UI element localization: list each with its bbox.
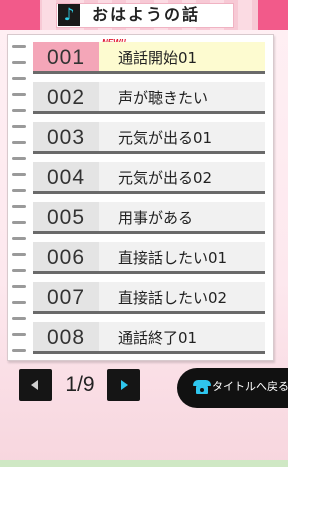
app-screen: ♪ おはようの話 NEW!! 001 通話開始01 002 声が聴きたい 003… (0, 0, 288, 467)
list-item-006[interactable]: 006 直接話したい01 (33, 242, 265, 274)
ring-icon (12, 349, 26, 352)
music-note-icon: ♪ (58, 4, 80, 26)
page-title: おはようの話 (92, 5, 201, 24)
item-number: 001 (33, 42, 99, 74)
ring-icon (12, 301, 26, 304)
list-item-001[interactable]: 001 通話開始01 (33, 42, 265, 74)
ring-icon (12, 189, 26, 192)
footer-strip (0, 460, 288, 467)
ring-icon (12, 157, 26, 160)
item-number: 008 (33, 322, 99, 354)
ring-icon (12, 173, 26, 176)
ring-icon (12, 253, 26, 256)
ring-icon (12, 333, 26, 336)
next-page-button[interactable] (107, 369, 140, 401)
prev-arrow-icon (31, 380, 38, 390)
item-label: 直接話したい02 (99, 282, 265, 314)
header-bar: ♪ おはようの話 (0, 0, 288, 30)
item-number: 005 (33, 202, 99, 234)
ring-icon (12, 109, 26, 112)
item-number: 007 (33, 282, 99, 314)
ring-icon (12, 237, 26, 240)
ring-icon (12, 205, 26, 208)
ring-icon (12, 221, 26, 224)
item-label: 声が聴きたい (99, 82, 265, 114)
item-label: 元気が出る01 (99, 122, 265, 154)
phone-icon (193, 380, 211, 394)
page-indicator: 1/9 (65, 373, 95, 396)
back-to-title-button[interactable]: タイトルへ戻る (177, 368, 288, 408)
ring-icon (12, 269, 26, 272)
ring-icon (12, 93, 26, 96)
list-item-007[interactable]: 007 直接話したい02 (33, 282, 265, 314)
list-item-002[interactable]: 002 声が聴きたい (33, 82, 265, 114)
item-number: 002 (33, 82, 99, 114)
list-item-003[interactable]: 003 元気が出る01 (33, 122, 265, 154)
item-label: 用事がある (99, 202, 265, 234)
item-number: 006 (33, 242, 99, 274)
prev-page-button[interactable] (19, 369, 52, 401)
ring-icon (12, 77, 26, 80)
back-button-label: タイトルへ戻る (212, 380, 288, 393)
list-item-008[interactable]: 008 通話終了01 (33, 322, 265, 354)
item-label: 通話終了01 (99, 322, 265, 354)
ring-icon (12, 125, 26, 128)
item-label: 通話開始01 (99, 42, 265, 74)
next-arrow-icon (121, 380, 128, 390)
item-label: 元気が出る02 (99, 162, 265, 194)
item-number: 004 (33, 162, 99, 194)
ring-icon (12, 285, 26, 288)
ring-icon (12, 141, 26, 144)
list-item-005[interactable]: 005 用事がある (33, 202, 265, 234)
ring-icon (12, 45, 26, 48)
item-number: 003 (33, 122, 99, 154)
list-item-004[interactable]: 004 元気が出る02 (33, 162, 265, 194)
ring-icon (12, 61, 26, 64)
item-label: 直接話したい01 (99, 242, 265, 274)
ring-icon (12, 317, 26, 320)
